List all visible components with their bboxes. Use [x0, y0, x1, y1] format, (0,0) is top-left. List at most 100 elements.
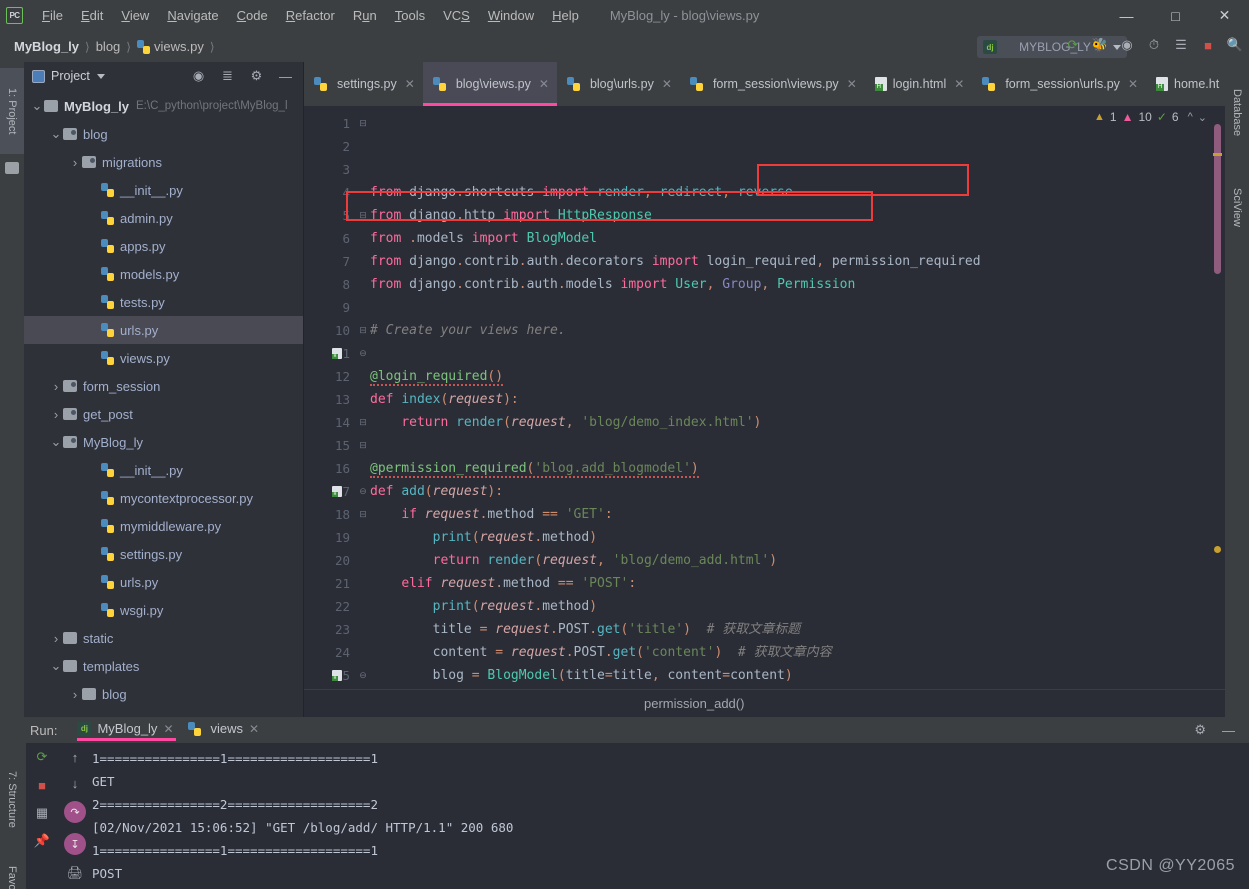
fold-marker[interactable]: [356, 388, 370, 411]
project-tree[interactable]: ⌄ MyBlog_ly E:\C_python\project\MyBlog_l ⌄ b…: [24, 90, 303, 717]
tree-item-wsgi-py[interactable]: wsgi.py: [24, 596, 303, 624]
tree-item-get-post[interactable]: › get_post: [24, 400, 303, 428]
scrollbar-thumb[interactable]: [1214, 124, 1221, 274]
tree-item-migrations[interactable]: › migrations: [24, 148, 303, 176]
fold-marker[interactable]: [356, 595, 370, 618]
sidebar-item-favorites[interactable]: Favorites: [0, 859, 24, 889]
menu-item-edit[interactable]: Edit: [72, 5, 112, 26]
editor-tab-bar[interactable]: settings.py ✕ blog\views.py ✕ blog\urls.py ✕ f…: [304, 62, 1225, 106]
tree-item--init-py[interactable]: __init__.py: [24, 176, 303, 204]
chevron-down-icon[interactable]: ⌄: [49, 434, 63, 450]
editor-tab-blog-views-py[interactable]: blog\views.py ✕: [422, 62, 558, 106]
menu-item-help[interactable]: Help: [543, 5, 588, 26]
editor-tab-login-html[interactable]: login.html ✕: [865, 62, 973, 106]
code-line[interactable]: return render(request, 'blog/demo_index.…: [370, 411, 1211, 434]
code-line[interactable]: def index(request):: [370, 388, 1211, 411]
html-gutter-marker-icon[interactable]: [332, 486, 342, 497]
code-line[interactable]: print(request.method): [370, 595, 1211, 618]
chevron-right-icon[interactable]: ›: [49, 379, 63, 394]
code-line[interactable]: blog = BlogModel(title=title, content=co…: [370, 664, 1211, 687]
coverage-icon[interactable]: ◉: [1119, 37, 1135, 53]
menu-item-vcs[interactable]: VCS: [434, 5, 479, 26]
editor-tab-blog-urls-py[interactable]: blog\urls.py ✕: [557, 62, 680, 106]
fold-marker[interactable]: [356, 526, 370, 549]
tree-item--init-py[interactable]: __init__.py: [24, 456, 303, 484]
tree-item-mymiddleware-py[interactable]: mymiddleware.py: [24, 512, 303, 540]
tree-item-myblog-ly[interactable]: ⌄ MyBlog_ly: [24, 428, 303, 456]
stop-icon[interactable]: ■: [34, 777, 50, 793]
menu-item-navigate[interactable]: Navigate: [158, 5, 227, 26]
menu-item-view[interactable]: View: [112, 5, 158, 26]
tree-item-myblog-ly[interactable]: ⌄ MyBlog_ly E:\C_python\project\MyBlog_l: [24, 92, 303, 120]
run-with-parameters-icon[interactable]: ☰: [1173, 37, 1189, 53]
code-line[interactable]: elif request.method == 'POST':: [370, 572, 1211, 595]
tree-item-tests-py[interactable]: tests.py: [24, 288, 303, 316]
fold-marker[interactable]: [356, 158, 370, 181]
fold-marker[interactable]: ⊟: [356, 503, 370, 526]
inspection-widget[interactable]: ▲ 1 ▲ 10 ✓ 6 ^ ⌄: [1094, 110, 1207, 124]
folder-icon[interactable]: [5, 162, 19, 174]
close-icon[interactable]: ✕: [662, 77, 672, 91]
maximize-icon[interactable]: □: [1151, 0, 1200, 31]
code-line[interactable]: content = request.POST.get('content') # …: [370, 641, 1211, 664]
chevron-down-icon[interactable]: [96, 73, 105, 79]
chevron-right-icon[interactable]: ›: [49, 407, 63, 422]
chevron-down-icon[interactable]: ⌄: [49, 658, 63, 674]
tree-item-blog[interactable]: ⌄ blog: [24, 120, 303, 148]
chevron-right-icon[interactable]: ›: [68, 687, 82, 702]
fold-marker[interactable]: [356, 641, 370, 664]
stripe-marker[interactable]: [1214, 546, 1221, 553]
profile-icon[interactable]: ⏱: [1146, 37, 1162, 53]
close-icon[interactable]: ✕: [847, 77, 857, 91]
fold-marker[interactable]: [356, 365, 370, 388]
tree-item-urls-py[interactable]: urls.py: [24, 568, 303, 596]
settings-icon[interactable]: ⚙: [1194, 722, 1206, 738]
close-icon[interactable]: ✕: [249, 722, 259, 736]
fold-marker[interactable]: [356, 273, 370, 296]
soft-wrap-icon[interactable]: ↷: [64, 801, 86, 823]
up-icon[interactable]: ↑: [67, 749, 83, 765]
chevron-up-icon[interactable]: ^: [1188, 111, 1193, 123]
fold-marker[interactable]: ⊖: [356, 342, 370, 365]
editor-scrollbar[interactable]: [1211, 106, 1225, 689]
code-line[interactable]: if request.method == 'GET':: [370, 503, 1211, 526]
close-icon[interactable]: ✕: [539, 77, 549, 91]
code-line[interactable]: def add(request):: [370, 480, 1211, 503]
fold-marker[interactable]: [356, 687, 370, 689]
chevron-down-icon[interactable]: ⌄: [1198, 111, 1207, 124]
console-output[interactable]: 1================1===================1 GE…: [92, 743, 1249, 889]
hide-icon[interactable]: —: [1222, 723, 1235, 738]
breadcrumb-folder[interactable]: blog: [96, 39, 121, 54]
fold-marker[interactable]: [356, 135, 370, 158]
breadcrumb-file[interactable]: views.py: [136, 39, 204, 54]
editor-tab-home-ht[interactable]: home.ht✕: [1146, 62, 1225, 106]
tree-item-blog[interactable]: › blog: [24, 680, 303, 708]
tree-item-models-py[interactable]: models.py: [24, 260, 303, 288]
fold-marker[interactable]: ⊖: [356, 664, 370, 687]
close-icon[interactable]: ✕: [405, 77, 415, 91]
fold-marker[interactable]: ⊟: [356, 411, 370, 434]
sidebar-item-project[interactable]: 1: Project: [0, 68, 24, 154]
tree-item-settings-py[interactable]: settings.py: [24, 540, 303, 568]
sidebar-item-database[interactable]: Database: [1225, 70, 1249, 156]
code-line[interactable]: @login_required(): [370, 365, 1211, 388]
tree-item-apps-py[interactable]: apps.py: [24, 232, 303, 260]
chevron-down-icon[interactable]: ⌄: [30, 98, 44, 114]
editor-tab-settings-py[interactable]: settings.py ✕: [304, 62, 423, 106]
settings-icon[interactable]: ⚙: [249, 68, 264, 84]
fold-marker[interactable]: [356, 549, 370, 572]
run-tab-views[interactable]: views ✕: [182, 717, 268, 743]
sidebar-item-sciview[interactable]: SciView: [1225, 170, 1249, 244]
run-icon[interactable]: ⟳: [1065, 37, 1081, 53]
code-line[interactable]: from django.contrib.auth.models import U…: [370, 273, 1211, 296]
code-line[interactable]: print(request.method): [370, 526, 1211, 549]
search-everywhere-icon[interactable]: 🔍: [1227, 37, 1243, 53]
code-line[interactable]: # Create your views here.: [370, 319, 1211, 342]
chevron-down-icon[interactable]: ⌄: [49, 126, 63, 142]
code-line[interactable]: title = request.POST.get('title') # 获取文章…: [370, 618, 1211, 641]
code-line[interactable]: from django.contrib.auth.decorators impo…: [370, 250, 1211, 273]
code-line[interactable]: [370, 296, 1211, 319]
fold-marker[interactable]: [356, 227, 370, 250]
menu-item-code[interactable]: Code: [228, 5, 277, 26]
rerun-icon[interactable]: ⟳: [34, 749, 50, 765]
